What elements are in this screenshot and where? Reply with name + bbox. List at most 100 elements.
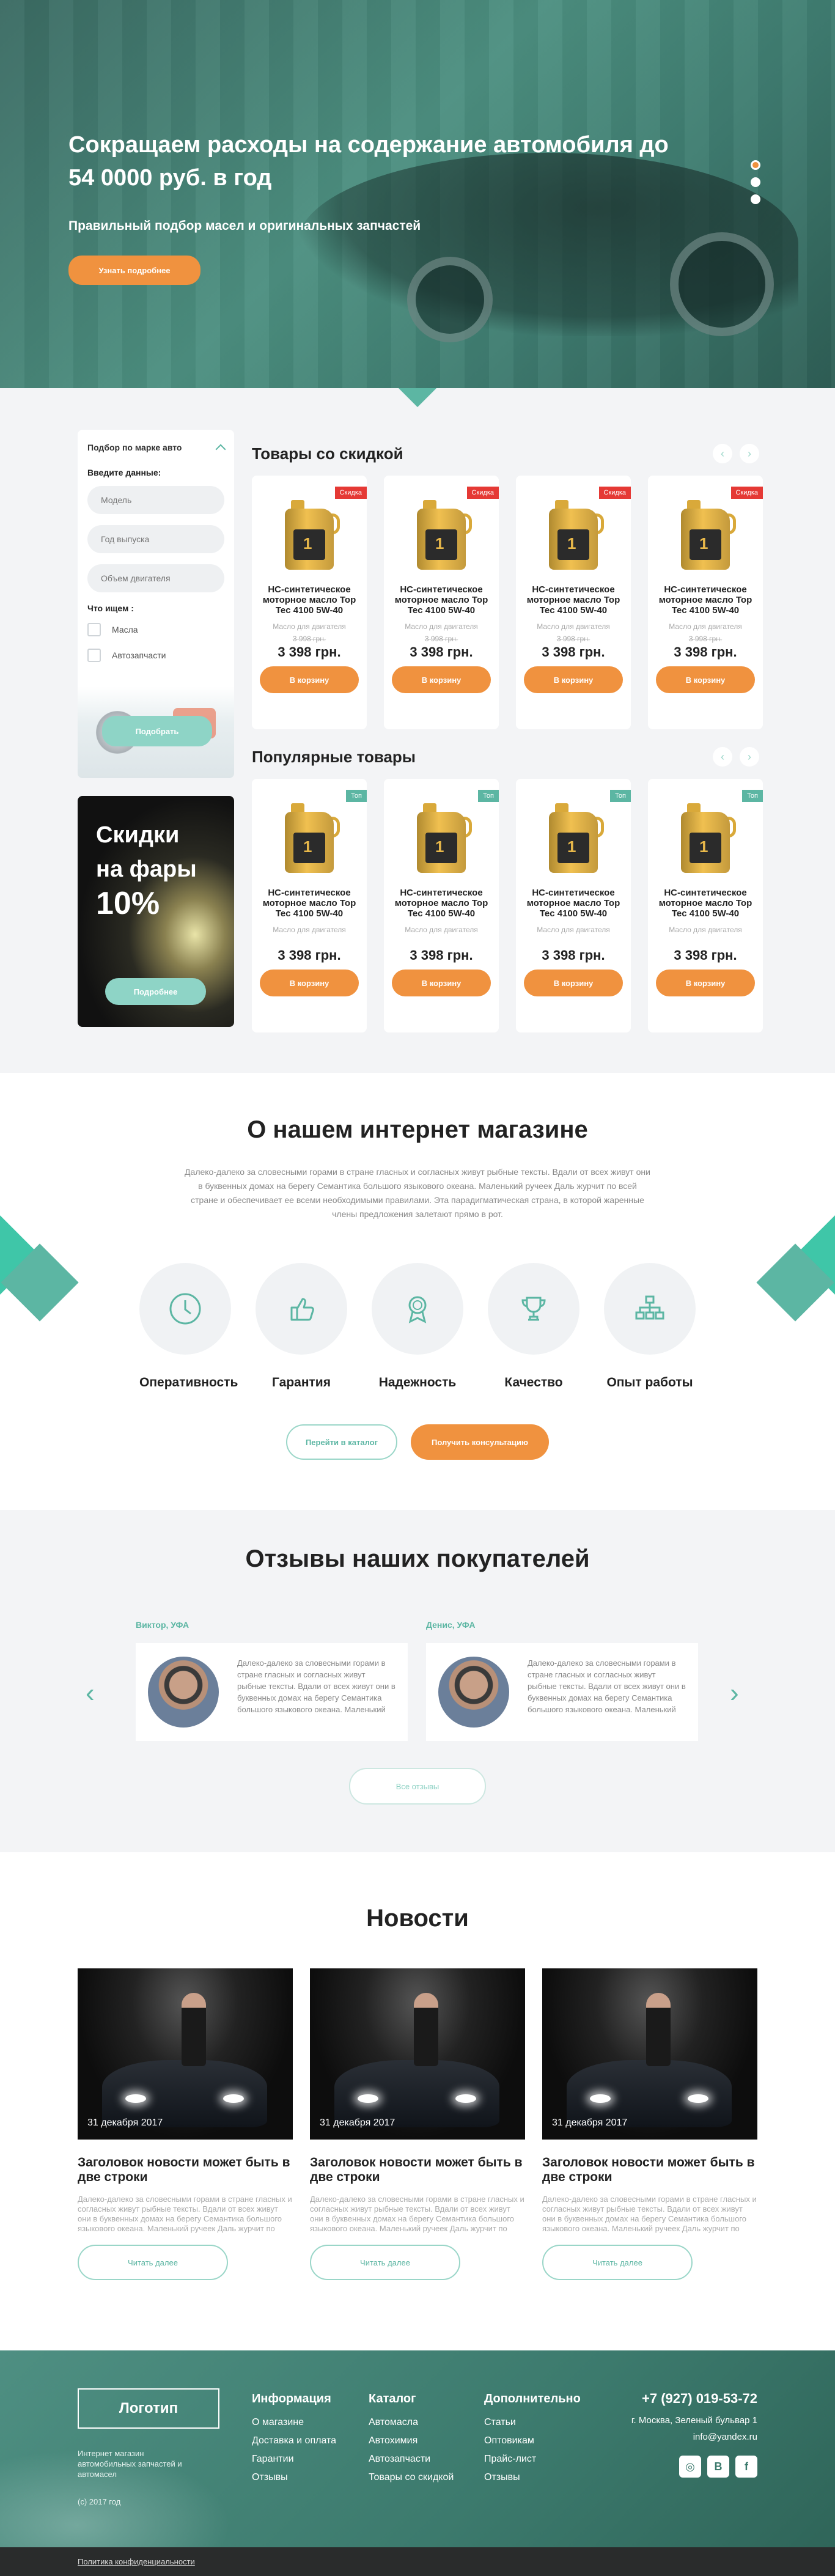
product-name[interactable]: HC-синтетическое моторное масло Top Tec … [252,888,367,921]
sale-title: Товары со скидкой [252,444,403,463]
footer-link[interactable]: Гарантии [252,2454,336,2465]
add-to-cart-button[interactable]: В корзину [260,666,359,693]
checkbox-box[interactable] [87,649,101,662]
add-to-cart-button[interactable]: В корзину [392,666,491,693]
year-input[interactable] [87,525,224,553]
add-to-cart-button[interactable]: В корзину [656,666,755,693]
news-image[interactable]: 31 декабря 2017 [542,1968,757,2140]
add-to-cart-button[interactable]: В корзину [656,970,755,996]
chevron-right-icon[interactable]: › [740,444,759,463]
checkbox-parts[interactable]: Автозапчасти [78,649,234,662]
popular-title: Популярные товары [252,747,416,766]
product-card[interactable]: Скидка HC-синтетическое моторное масло To… [648,476,763,729]
product-card[interactable]: Скидка HC-синтетическое моторное масло To… [252,476,367,729]
filter-submit-button[interactable]: Подобрать [102,716,212,746]
slider-dot-3[interactable] [751,194,760,204]
oil-bottle-image[interactable] [414,803,472,875]
add-to-cart-button[interactable]: В корзину [260,970,359,996]
footer-link[interactable]: Статьи [484,2417,581,2428]
news-section: Новости 31 декабря 2017 Заголовок новост… [0,1852,835,2350]
news-headline[interactable]: Заголовок новости может быть в две строк… [542,2155,757,2185]
footer-link[interactable]: Прайс-лист [484,2454,581,2465]
product-name[interactable]: HC-синтетическое моторное масло Top Tec … [648,584,763,617]
product-category: Масло для двигателя [405,622,478,631]
checkbox-oils[interactable]: Масла [78,623,234,636]
oil-bottle-image[interactable] [546,500,604,572]
news-headline[interactable]: Заголовок новости может быть в две строк… [310,2155,525,2185]
news-date: 31 декабря 2017 [320,2118,395,2128]
product-card[interactable]: Скидка HC-синтетическое моторное масло To… [516,476,631,729]
hero-learn-more-button[interactable]: Узнать подробнее [68,256,200,285]
product-price: 3 398 грн. [410,644,473,660]
chevron-right-icon[interactable]: › [730,1678,739,1709]
footer-column-catalog: Каталог Автомасла Автохимия Автозапчасти… [369,2392,454,2490]
footer-link[interactable]: О магазине [252,2417,336,2428]
instagram-icon[interactable]: ◎ [679,2456,701,2478]
logo[interactable]: Логотип [78,2388,219,2429]
slider-dot-2[interactable] [751,177,760,187]
all-reviews-button[interactable]: Все отзывы [349,1768,486,1805]
chevron-right-icon[interactable]: › [740,747,759,767]
news-headline[interactable]: Заголовок новости может быть в две строк… [78,2155,293,2185]
read-more-button[interactable]: Читать далее [310,2245,460,2280]
go-to-catalog-button[interactable]: Перейти в каталог [286,1424,397,1460]
product-name[interactable]: HC-синтетическое моторное масло Top Tec … [252,584,367,617]
chevron-left-icon[interactable]: ‹ [86,1678,95,1709]
footer-link[interactable]: Товары со скидкой [369,2472,454,2483]
product-card[interactable]: Скидка HC-синтетическое моторное масло To… [384,476,499,729]
phone-link[interactable]: +7 (927) 019-53-72 [631,2391,757,2407]
footer-link[interactable]: Доставка и оплата [252,2435,336,2446]
footer-link[interactable]: Отзывы [484,2472,581,2483]
product-name[interactable]: HC-синтетическое моторное масло Top Tec … [516,584,631,617]
oil-bottle-image[interactable] [679,803,736,875]
product-card[interactable]: Топ HC-синтетическое моторное масло Top T… [648,779,763,1032]
model-input[interactable] [87,486,224,514]
vk-icon[interactable]: B [707,2456,729,2478]
promo-details-button[interactable]: Подробнее [105,978,206,1005]
chevron-left-icon[interactable]: ‹ [713,747,732,767]
product-card[interactable]: Топ HC-синтетическое моторное масло Top T… [252,779,367,1032]
oil-bottle-image[interactable] [679,500,736,572]
product-price: 3 398 грн. [278,948,341,963]
product-card[interactable]: Топ HC-синтетическое моторное масло Top T… [516,779,631,1032]
bottom-bar: Политика конфиденциальности [0,2547,835,2576]
filter-header[interactable]: Подбор по марке авто [78,430,234,465]
privacy-policy-link[interactable]: Политика конфиденциальности [78,2557,195,2566]
footer-link[interactable]: Отзывы [252,2472,336,2483]
news-image[interactable]: 31 декабря 2017 [78,1968,293,2140]
reviews-section: Отзывы наших покупателей ‹ Виктор, УФА Д… [0,1510,835,1852]
oil-bottle-image[interactable] [546,803,604,875]
checkbox-box[interactable] [87,623,101,636]
review-author: Денис, УФА [426,1620,476,1630]
add-to-cart-button[interactable]: В корзину [392,970,491,996]
headlights-promo-banner[interactable]: Скидки на фары 10% Подробнее [78,796,234,1027]
footer-link[interactable]: Автохимия [369,2435,454,2446]
review-card: Виктор, УФА Далеко-далеко за словесными … [136,1620,408,1741]
chevron-left-icon[interactable]: ‹ [713,444,732,463]
news-image[interactable]: 31 декабря 2017 [310,1968,525,2140]
product-name[interactable]: HC-синтетическое моторное масло Top Tec … [648,888,763,921]
oil-bottle-image[interactable] [414,500,472,572]
chevron-up-icon[interactable] [215,444,226,455]
add-to-cart-button[interactable]: В корзину [524,666,623,693]
read-more-button[interactable]: Читать далее [542,2245,693,2280]
facebook-icon[interactable]: f [735,2456,757,2478]
product-name[interactable]: HC-синтетическое моторное масло Top Tec … [384,584,499,617]
footer-link[interactable]: Автомасла [369,2417,454,2428]
oil-bottle-image[interactable] [282,803,340,875]
product-card[interactable]: Топ HC-синтетическое моторное масло Top T… [384,779,499,1032]
footer-link[interactable]: Автозапчасти [369,2454,454,2465]
organization-icon [604,1263,696,1355]
product-badge: Скидка [466,487,499,499]
email-link[interactable]: info@yandex.ru [631,2432,757,2442]
filter-title: Подбор по марке авто [87,443,182,452]
slider-dot-1[interactable] [751,160,760,170]
read-more-button[interactable]: Читать далее [78,2245,228,2280]
product-name[interactable]: HC-синтетическое моторное масло Top Tec … [384,888,499,921]
get-consultation-button[interactable]: Получить консультацию [411,1424,549,1460]
product-name[interactable]: HC-синтетическое моторное масло Top Tec … [516,888,631,921]
oil-bottle-image[interactable] [282,500,340,572]
engine-volume-input[interactable] [87,564,224,592]
add-to-cart-button[interactable]: В корзину [524,970,623,996]
footer-link[interactable]: Оптовикам [484,2435,581,2446]
